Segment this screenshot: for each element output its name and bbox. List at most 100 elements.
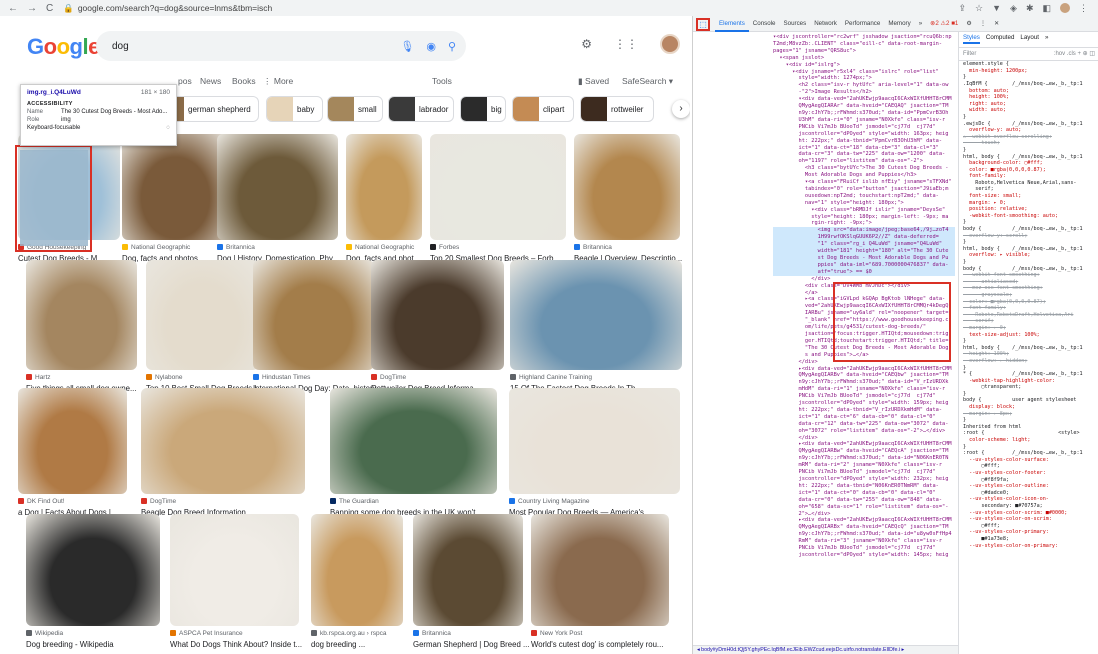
- dom-node-line[interactable]: mHdM" data-ri="1" jsname="N0Xkfe" class=…: [773, 386, 955, 393]
- style-rule-line[interactable]: --uv-styles-color-scrim: ■#0000;: [959, 510, 1098, 517]
- chevron-right-icon[interactable]: ›: [672, 100, 690, 118]
- dom-node-line[interactable]: 1H99rwfOKSlqGUUK6P2//Z" data-deferred=: [773, 234, 955, 242]
- dog-thumbnail[interactable]: [510, 260, 682, 370]
- dom-node-line[interactable]: ht: 222px;" data-tbnid="PpmCvrB3OhU3hM" …: [773, 138, 955, 145]
- style-rule-line[interactable]: text-size-adjust: 100%;: [959, 332, 1098, 339]
- style-rule-line[interactable]: -webkit-tap-highlight-color:: [959, 378, 1098, 385]
- result-source[interactable]: Country Living Magazine: [509, 498, 690, 505]
- dom-node-line[interactable]: RmM" data-ri="3" jsname="N0Xkfe" class="…: [773, 538, 955, 545]
- style-rule-line[interactable]: font-family:: [959, 173, 1098, 180]
- dom-node-line[interactable]: style="width: 1274px;">: [773, 75, 955, 82]
- style-rule-line[interactable]: margin: ▸ 0;: [959, 200, 1098, 207]
- image-result[interactable]: New York Post World's cutest dog' is comp…: [531, 514, 669, 654]
- style-rule-line[interactable]: display: block;: [959, 404, 1098, 411]
- dom-node-line[interactable]: <h3 class="bytUYc">The 30 Cutest Dog Bre…: [773, 165, 955, 172]
- tab-layout[interactable]: Layout: [1020, 34, 1039, 44]
- puzzle-icon[interactable]: ✱: [1026, 3, 1034, 14]
- styles-filter[interactable]: Filter:hov .cls + ⊕ ◫: [959, 48, 1098, 62]
- result-source[interactable]: Britannica: [574, 244, 690, 251]
- result-title[interactable]: dog breeding ...: [311, 640, 413, 649]
- search-box[interactable]: dog 🎙 ◉ ⚲: [96, 31, 466, 61]
- style-rule-line[interactable]: }: [959, 239, 1098, 246]
- result-source[interactable]: Forbes: [430, 244, 576, 251]
- style-rule-line[interactable]: serif;: [959, 186, 1098, 193]
- style-rule-line[interactable]: background-color: ▢#fff;: [959, 160, 1098, 167]
- result-source[interactable]: Hartz: [26, 374, 147, 381]
- dog-thumbnail[interactable]: [18, 388, 127, 494]
- settings-icon[interactable]: ⚙: [581, 37, 592, 51]
- style-rule-line[interactable]: html, body { /_/mss/boq-…ew,_b,_tp:1: [959, 246, 1098, 253]
- dom-node-line[interactable]: ▾<div jsname="r5xl4" class="islrc" role=…: [773, 69, 955, 76]
- issue-badges[interactable]: ⊗2 ⚠2 ■1: [926, 20, 962, 27]
- tab-console[interactable]: Console: [749, 20, 780, 27]
- chip-baby[interactable]: baby: [266, 96, 323, 122]
- style-rule-line[interactable]: }: [959, 219, 1098, 226]
- result-source[interactable]: DK Find Out!: [18, 498, 137, 505]
- dom-node-line[interactable]: jscontroller="dPOyed" style="width: 159p…: [773, 400, 955, 407]
- dog-thumbnail[interactable]: [26, 514, 160, 626]
- style-rule-line[interactable]: overflow-y: scroll;: [959, 233, 1098, 240]
- style-rule-line[interactable]: font-family:: [959, 305, 1098, 312]
- style-rule-line[interactable]: ▢transparent;: [959, 384, 1098, 391]
- result-source[interactable]: DogTime: [141, 498, 315, 505]
- result-source[interactable]: Wikipedia: [26, 630, 170, 637]
- dom-node-line[interactable]: pages="1" jsname="QRS8uc">: [773, 48, 955, 55]
- style-rule-line[interactable]: Roboto,Helvetica Neue,Arial,sans-: [959, 180, 1098, 187]
- style-rule-line[interactable]: bottom: auto;: [959, 88, 1098, 95]
- menu-icon[interactable]: ⋮: [1079, 3, 1088, 14]
- dom-node-line[interactable]: <img src="data:image/jpeg;base64,/9j…zoT…: [773, 227, 955, 235]
- image-result[interactable]: Britannica German Shepherd | Dog Breed ..…: [413, 514, 529, 654]
- image-result[interactable]: Highland Canine Training15 Of The Fastes…: [510, 260, 682, 398]
- dom-node-line[interactable]: ▸<div data-ved="2ahUKEwjp9aacqI6CAxWIXfU…: [773, 366, 955, 373]
- image-result[interactable]: DK Find Out! a Dog | Facts About Dogs | .…: [18, 388, 127, 522]
- dom-node-line[interactable]: PNCib Vi7mJb BUooTd" jsmodel="cj77d cj77…: [773, 469, 955, 476]
- style-rule-line[interactable]: margin: ▸ 8px;: [959, 411, 1098, 418]
- style-rule-line[interactable]: }: [959, 338, 1098, 345]
- tab-network[interactable]: Network: [810, 20, 841, 27]
- style-rule-line[interactable]: :root { <style>: [959, 430, 1098, 437]
- result-source[interactable]: New York Post: [531, 630, 679, 637]
- result-source[interactable]: kb.rspca.org.au › rspca: [311, 630, 413, 637]
- style-rule-line[interactable]: color-scheme: light;: [959, 437, 1098, 444]
- safesearch-button[interactable]: SafeSearch ▾: [622, 76, 673, 87]
- style-rule-line[interactable]: grayscale;: [959, 292, 1098, 299]
- image-result[interactable]: DogTime Beagle Dog Breed Information ...: [141, 388, 305, 522]
- dog-thumbnail[interactable]: [330, 388, 497, 494]
- dom-node-line[interactable]: QMygAegQIARBx" data-hveid="CAEQcQ" jsact…: [773, 524, 955, 531]
- style-rule-line[interactable]: html, body { /_/mss/boq-…ew,_b,_tp:1: [959, 154, 1098, 161]
- style-rule-line[interactable]: overflow-y: auto;: [959, 127, 1098, 134]
- dom-node-line[interactable]: tabindex="0" role="button" jsaction="J9i…: [773, 186, 955, 193]
- style-rule-line[interactable]: body { user agent stylesheet: [959, 397, 1098, 404]
- result-source[interactable]: Hindustan Times: [253, 374, 384, 381]
- style-rule-line[interactable]: element.style {: [959, 61, 1098, 68]
- chip-labrador[interactable]: labrador: [388, 96, 454, 122]
- google-logo[interactable]: Google: [27, 34, 100, 60]
- style-rule-line[interactable]: secondary: ■#70757a;: [959, 503, 1098, 510]
- image-result[interactable]: HartzFive things all small dog owne...: [26, 260, 137, 398]
- style-rule-line[interactable]: -webkit-font-smoothing: auto;: [959, 213, 1098, 220]
- tab-styles-more[interactable]: »: [1045, 34, 1048, 44]
- style-rule-line[interactable]: --uv-styles-color-outline:: [959, 483, 1098, 490]
- lens-icon[interactable]: ◉: [426, 40, 436, 53]
- dog-thumbnail[interactable]: [574, 134, 680, 240]
- dom-node-line[interactable]: n9y:cJhY7b;;rFWhmd:s370ud;" data-id="V_r…: [773, 379, 955, 386]
- dom-node-line[interactable]: ▾<div id="islrg">: [773, 62, 955, 69]
- style-rule-line[interactable]: html, body { /_/mss/boq-…ew,_b,_tp:1: [959, 345, 1098, 352]
- result-source[interactable]: Britannica: [217, 244, 348, 251]
- tab-performance[interactable]: Performance: [841, 20, 884, 27]
- dom-node-line[interactable]: ▾<a class="FRuiCf islib nfEiy" jsname="s…: [773, 179, 955, 186]
- style-rule-line[interactable]: margin: ▸ 0;: [959, 325, 1098, 332]
- dom-node-line[interactable]: Most Adorable Dogs and Puppies</h3>: [773, 172, 955, 179]
- dom-node-line[interactable]: ht: 222px;" data-tbnid="V_rIzURDXkmHdM" …: [773, 407, 955, 414]
- chip-clipart[interactable]: clipart: [512, 96, 574, 122]
- style-rule-line[interactable]: ▢#fff;: [959, 463, 1098, 470]
- style-rule-line[interactable]: position: relative;: [959, 206, 1098, 213]
- dom-node-line[interactable]: T2md;M8vzZb:.CLIENT" class="eill-c" data…: [773, 41, 955, 48]
- style-rule-line[interactable]: Roboto,RobotoDraft,Helvetica,Ari: [959, 312, 1098, 319]
- style-rule-line[interactable]: -moz-osx-font-smoothing:: [959, 285, 1098, 292]
- image-result[interactable]: NylaboneTop 10 Best Small Dog Breeds | .…: [146, 260, 265, 398]
- dog-thumbnail[interactable]: [217, 134, 338, 240]
- chip-big[interactable]: big: [460, 96, 506, 122]
- dog-thumbnail[interactable]: [122, 134, 229, 240]
- style-rule-line[interactable]: color: ■rgba(0,0,0,0.87);: [959, 167, 1098, 174]
